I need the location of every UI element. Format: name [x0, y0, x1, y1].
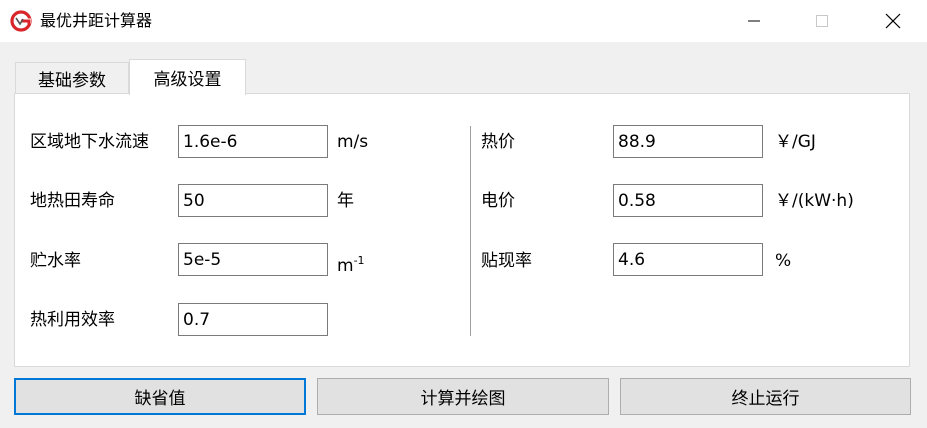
default-values-button[interactable]: 缺省值 [14, 378, 306, 415]
electricity-price-label: 电价 [481, 191, 515, 211]
electricity-price-unit: ￥/(kW·h) [775, 191, 854, 211]
heat-efficiency-label: 热利用效率 [30, 310, 115, 330]
storativity-label: 贮水率 [30, 251, 81, 271]
tab-advanced-settings[interactable]: 高级设置 [129, 59, 246, 95]
electricity-price-input[interactable] [613, 184, 763, 217]
field-lifetime-unit: 年 [337, 191, 354, 211]
storativity-unit-base: m [337, 256, 354, 276]
maximize-icon [816, 15, 828, 27]
storativity-unit-exponent: -1 [353, 254, 365, 267]
heat-price-input[interactable] [613, 125, 763, 158]
close-icon [885, 13, 901, 29]
tab-basic-params[interactable]: 基础参数 [15, 62, 129, 94]
maximize-button[interactable] [799, 0, 845, 42]
discount-rate-input[interactable] [613, 243, 763, 276]
close-button[interactable] [870, 0, 916, 42]
heat-efficiency-input[interactable] [178, 303, 328, 336]
heat-price-unit: ￥/GJ [775, 132, 816, 152]
compute-and-plot-button[interactable]: 计算并绘图 [317, 378, 609, 415]
app-logo-icon [10, 10, 32, 32]
field-lifetime-label: 地热田寿命 [30, 191, 115, 211]
title-bar: 最优井距计算器 [0, 0, 927, 42]
minimize-icon [748, 20, 760, 22]
storativity-unit: m-1 [337, 249, 365, 278]
groundwater-velocity-label: 区域地下水流速 [30, 132, 149, 152]
groundwater-velocity-unit: m/s [337, 132, 369, 152]
storativity-input[interactable] [178, 243, 328, 276]
heat-price-label: 热价 [481, 132, 515, 152]
minimize-button[interactable] [731, 0, 777, 42]
discount-rate-label: 贴现率 [481, 251, 532, 271]
column-divider [470, 126, 471, 336]
field-lifetime-input[interactable] [178, 184, 328, 217]
groundwater-velocity-input[interactable] [178, 125, 328, 158]
tab-panel: 区域地下水流速 m/s 地热田寿命 年 贮水率 m-1 热利用效率 热价 ￥/G… [14, 93, 910, 367]
stop-run-button[interactable]: 终止运行 [620, 378, 911, 415]
discount-rate-unit: % [775, 251, 792, 271]
window-title: 最优井距计算器 [40, 11, 153, 30]
